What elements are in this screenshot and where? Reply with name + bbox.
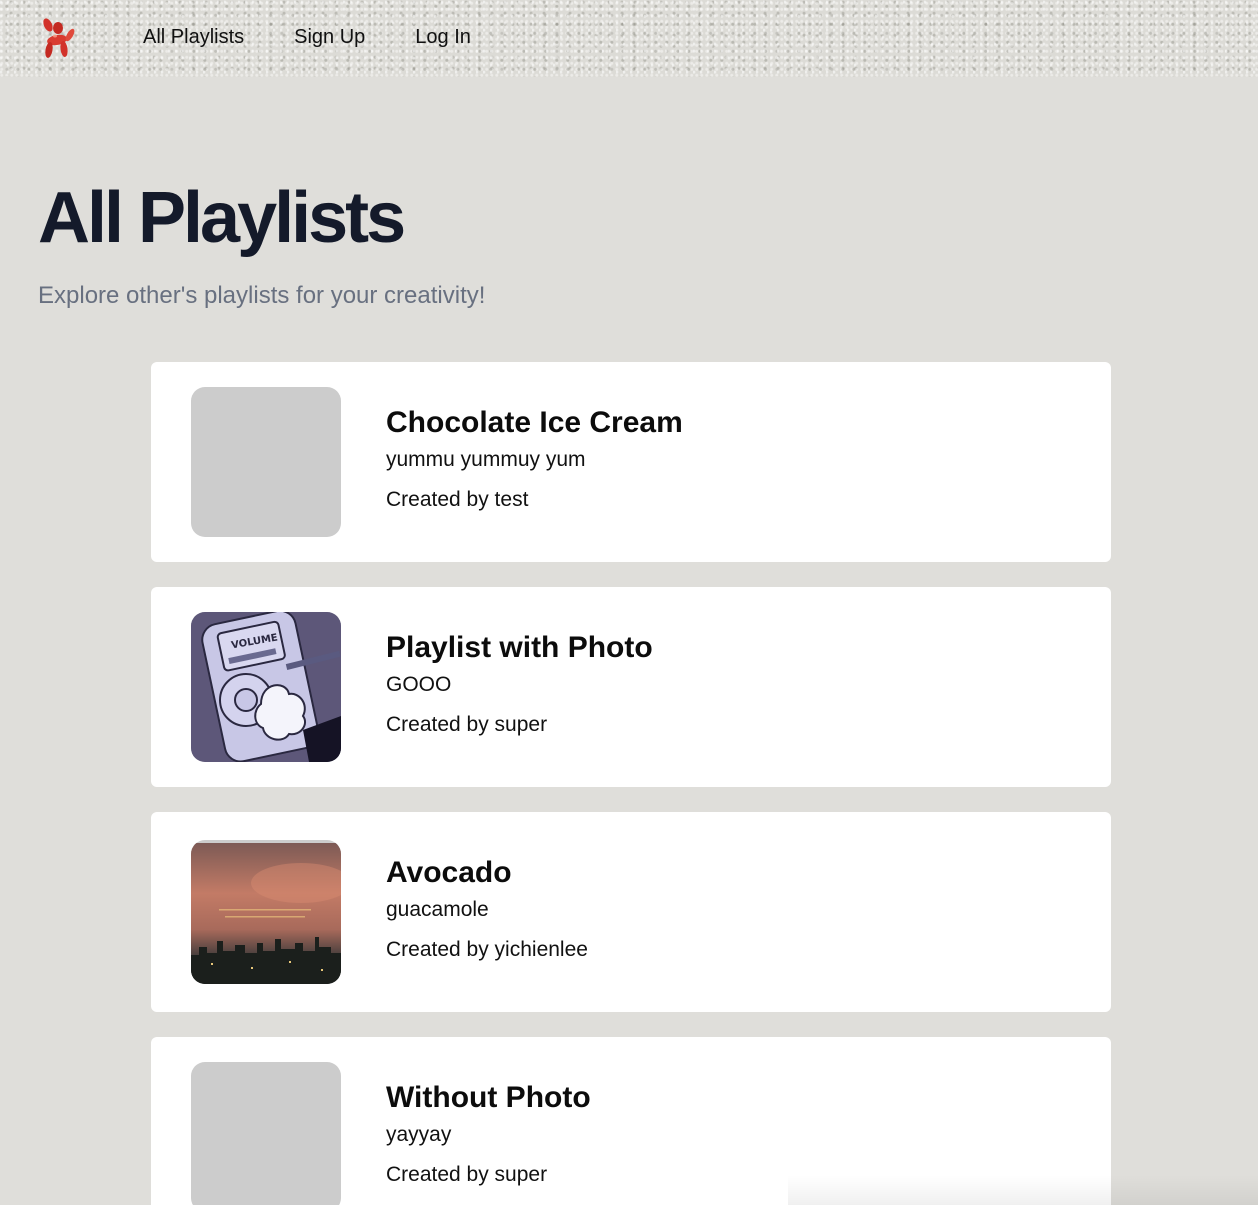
nav-links: All Playlists Sign Up Log In [143, 24, 521, 50]
playlist-author: Created by test [386, 488, 529, 511]
playlist-thumbnail-placeholder [191, 1062, 341, 1205]
playlist-card[interactable]: VOLUME Playlist with Photo GOOO Created … [151, 587, 1111, 787]
playlist-thumbnail-placeholder [191, 387, 341, 537]
playlist-list: Chocolate Ice Cream yummu yummuy yum Cre… [151, 362, 1111, 1205]
playlist-author: Created by yichienlee [386, 938, 588, 961]
nav-link-sign-up[interactable]: Sign Up [294, 24, 365, 50]
playlist-description: yayyay [386, 1123, 452, 1146]
playlist-card[interactable]: Without Photo yayyay Created by super [151, 1037, 1111, 1205]
top-navbar: All Playlists Sign Up Log In [0, 0, 1258, 77]
sunset-city-photo [191, 843, 341, 984]
playlist-thumbnail-image [191, 840, 341, 984]
playlist-info: Playlist with Photo GOOO Created by supe… [386, 629, 653, 738]
playlist-title[interactable]: Playlist with Photo [386, 629, 653, 667]
playlist-info: Avocado guacamole Created by yichienlee [386, 854, 588, 963]
playlist-card[interactable]: Avocado guacamole Created by yichienlee [151, 812, 1111, 1012]
page-title: All Playlists [38, 178, 406, 258]
playlist-thumbnail-image: VOLUME [191, 612, 341, 762]
nav-link-all-playlists[interactable]: All Playlists [143, 24, 244, 50]
playlist-title[interactable]: Without Photo [386, 1079, 591, 1117]
playlist-title[interactable]: Chocolate Ice Cream [386, 404, 683, 442]
playlist-author: Created by super [386, 713, 548, 736]
playlist-info: Chocolate Ice Cream yummu yummuy yum Cre… [386, 404, 683, 513]
playlist-card[interactable]: Chocolate Ice Cream yummu yummuy yum Cre… [151, 362, 1111, 562]
page-subtitle: Explore other's playlists for your creat… [38, 282, 486, 309]
playlist-author: Created by super [386, 1163, 548, 1186]
playlist-description: GOOO [386, 673, 452, 696]
balloon-dog-icon[interactable] [38, 16, 76, 60]
playlist-info: Without Photo yayyay Created by super [386, 1079, 591, 1188]
playlist-description: yummu yummuy yum [386, 448, 586, 471]
volume-player-illustration: VOLUME [191, 612, 341, 762]
nav-link-log-in[interactable]: Log In [415, 24, 471, 50]
playlist-description: guacamole [386, 898, 489, 921]
playlist-title[interactable]: Avocado [386, 854, 588, 892]
